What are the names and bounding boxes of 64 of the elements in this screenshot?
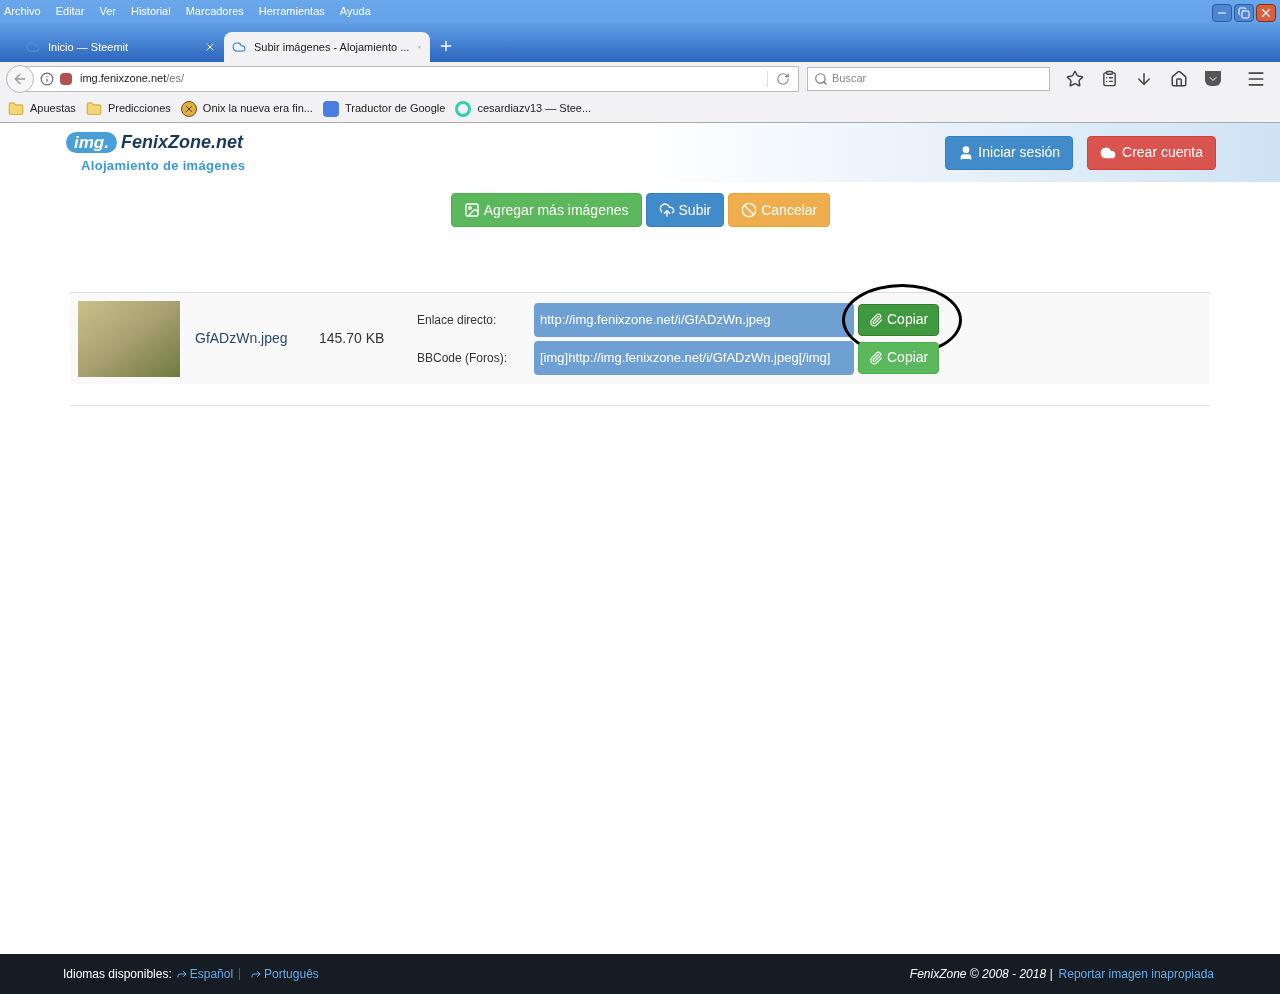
copy-button[interactable]: Copiar — [858, 341, 940, 374]
report-link[interactable]: Reportar imagen inapropiada — [1058, 965, 1214, 983]
logo-name[interactable]: FenixZone.net — [120, 129, 243, 157]
menu-item[interactable]: Marcadores — [185, 2, 244, 20]
restore-button[interactable] — [1234, 4, 1254, 22]
bookmark-star-icon[interactable] — [1066, 69, 1084, 88]
bookmark-link[interactable]: Onix la nueva era fin... — [202, 100, 313, 117]
site-subtitle: Alojamiento de imágenes — [81, 157, 247, 176]
menu-item[interactable]: Editar — [55, 2, 85, 20]
bookmark-link[interactable]: Predicciones — [107, 100, 171, 117]
folder-icon — [85, 100, 102, 117]
link-label: Enlace directo: — [417, 311, 498, 329]
signup-button[interactable]: Crear cuenta — [1087, 135, 1216, 170]
restore-icon — [1238, 7, 1250, 19]
home-icon[interactable] — [1170, 69, 1188, 88]
coin-icon — [180, 100, 197, 117]
folder-icon — [8, 100, 24, 117]
logo-text[interactable]: img. — [66, 132, 117, 154]
action-button[interactable]: Subir — [645, 193, 725, 227]
menu-item[interactable]: Archivo — [4, 2, 41, 20]
link-field[interactable]: [img]http://img.fenixzone.net/i/GfADzWn.jpeg[/img] — [534, 340, 854, 375]
link-field[interactable]: http://img.fenixzone.net/i/GfADzWn.jpeg — [534, 302, 854, 337]
file-name: GfADzWn.jpeg — [195, 329, 289, 348]
cloud-icon — [232, 40, 246, 54]
language-link[interactable]: Português — [264, 965, 319, 983]
language-link[interactable]: Español — [189, 965, 234, 983]
new-tab-icon[interactable] — [438, 38, 454, 54]
menu-item[interactable]: Herramientas — [258, 2, 325, 20]
languages-label: Idiomas disponibles: — [63, 966, 172, 983]
browser-tab[interactable]: Subir imágenes - Alojamiento ... — [224, 32, 430, 62]
paperclip-icon — [869, 312, 883, 327]
menu-item[interactable]: Historial — [130, 2, 171, 20]
cloud-icon — [26, 40, 40, 54]
ban-icon — [741, 202, 758, 218]
close-icon[interactable] — [204, 41, 216, 53]
copy-button[interactable]: Copiar — [858, 303, 940, 336]
bookmark-link[interactable]: cesardiazv13 — Stee... — [477, 100, 592, 117]
file-size: 145.70 KB — [319, 329, 386, 348]
cloud-upload-icon — [658, 202, 675, 218]
close-icon — [1259, 6, 1273, 20]
paperclip-icon — [869, 350, 883, 365]
share-arrow-icon — [175, 968, 188, 980]
reading-list-icon[interactable] — [1101, 70, 1118, 87]
picture-icon — [463, 202, 480, 218]
tab-title: Inicio — Steemit — [48, 39, 130, 55]
copyright-text: FenixZone © 2008 - 2018 | — [909, 966, 1053, 983]
browser-tab[interactable]: Inicio — Steemit — [18, 32, 224, 62]
link-label: BBCode (Foros): — [417, 349, 509, 367]
menu-item[interactable]: Ver — [99, 2, 116, 20]
search-field[interactable]: Buscar — [807, 66, 1050, 91]
close-button[interactable] — [1256, 4, 1276, 22]
tab-title: Subir imágenes - Alojamiento ... — [254, 39, 410, 55]
search-icon — [814, 71, 828, 86]
action-button[interactable]: Cancelar — [728, 193, 831, 227]
menu-item[interactable]: Ayuda — [339, 2, 371, 20]
action-button[interactable]: Agregar más imágenes — [450, 193, 642, 227]
bookmark-link[interactable]: Traductor de Google — [344, 100, 446, 117]
info-icon[interactable] — [40, 71, 54, 86]
bookmark-link[interactable]: Apuestas — [30, 100, 76, 117]
reload-icon[interactable] — [776, 71, 790, 86]
login-button[interactable]: Iniciar sesión — [945, 135, 1074, 170]
minimize-button[interactable] — [1212, 4, 1232, 22]
pocket-icon[interactable] — [1205, 71, 1221, 86]
share-arrow-icon — [250, 968, 263, 980]
